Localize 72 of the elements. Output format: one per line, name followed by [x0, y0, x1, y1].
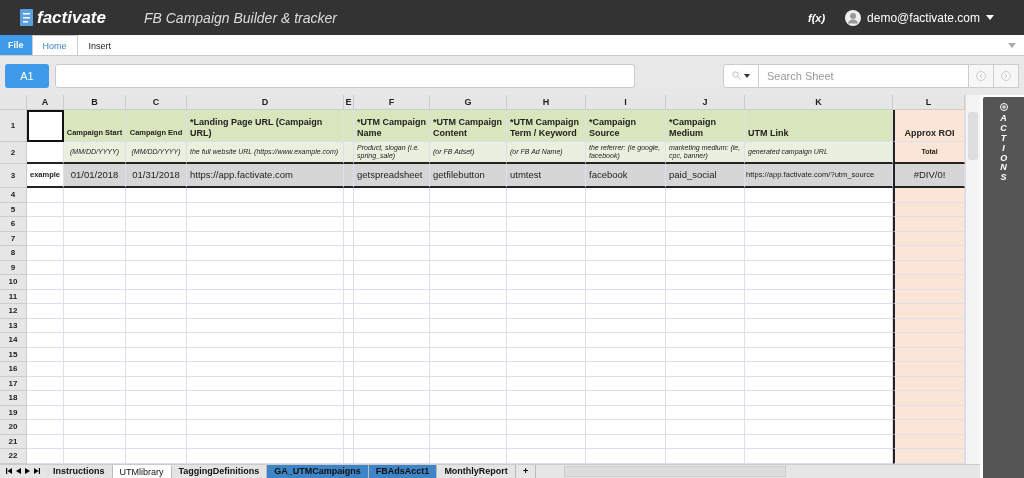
- row-header[interactable]: 12: [0, 304, 27, 319]
- row-header[interactable]: 16: [0, 362, 27, 377]
- row-header[interactable]: 22: [0, 449, 27, 464]
- table-cell[interactable]: paid_social: [666, 164, 745, 188]
- sheet-tab[interactable]: FBAdsAcct1: [368, 464, 438, 478]
- actions-panel[interactable]: ACTIONS: [983, 97, 1024, 478]
- table-cell[interactable]: 01/01/2018: [64, 164, 126, 188]
- left-arrow-circle-icon: [976, 70, 986, 81]
- column-header[interactable]: L: [893, 95, 965, 110]
- document-title: FB Campaign Builder & tracker: [144, 9, 337, 26]
- plus-circle-icon: [999, 103, 1008, 111]
- table-cell[interactable]: *UTM Campaign Name: [354, 110, 430, 142]
- column-header[interactable]: J: [666, 95, 745, 110]
- row-header[interactable]: 20: [0, 420, 27, 435]
- table-cell[interactable]: facebook: [586, 164, 666, 188]
- search-field[interactable]: Search Sheet: [759, 63, 969, 88]
- table-cell[interactable]: UTM Link: [745, 110, 893, 142]
- row-header[interactable]: 18: [0, 391, 27, 406]
- table-cell[interactable]: 01/31/2018: [126, 164, 187, 188]
- next-sheet-icon[interactable]: [25, 468, 30, 475]
- table-cell[interactable]: *Campaign Medium: [666, 110, 745, 142]
- ribbon-tab[interactable]: Home: [31, 35, 78, 55]
- avatar-icon: [845, 9, 862, 26]
- sheet-tab[interactable]: GA_UTMCampaigns: [267, 464, 369, 478]
- search-icon: [732, 71, 741, 80]
- right-arrow-circle-icon: [1001, 70, 1011, 81]
- ribbon-tab[interactable]: Insert: [77, 35, 123, 55]
- column-header[interactable]: G: [430, 95, 507, 110]
- row-header[interactable]: 1: [0, 110, 27, 142]
- column-header[interactable]: H: [507, 95, 586, 110]
- column-header[interactable]: A: [27, 95, 64, 110]
- column-header[interactable]: C: [126, 95, 187, 110]
- row-header[interactable]: 6: [0, 217, 27, 232]
- previous-sheet-icon[interactable]: [16, 468, 21, 475]
- table-cell[interactable]: [27, 110, 64, 142]
- next-result-button[interactable]: [994, 63, 1019, 88]
- logo-icon: [20, 9, 33, 26]
- column-header[interactable]: I: [586, 95, 666, 110]
- table-cell[interactable]: getfilebutton: [430, 164, 507, 188]
- table-cell[interactable]: *UTM Campaign Content: [430, 110, 507, 142]
- column-header[interactable]: B: [64, 95, 126, 110]
- column-header[interactable]: F: [354, 95, 430, 110]
- first-sheet-icon[interactable]: [6, 468, 12, 475]
- horizontal-scrollbar[interactable]: [564, 465, 787, 477]
- row-header[interactable]: 10: [0, 275, 27, 290]
- row-header[interactable]: 3: [0, 164, 27, 188]
- table-cell[interactable]: *Campaign Source: [586, 110, 666, 142]
- select-all-button[interactable]: [0, 95, 27, 110]
- column-header[interactable]: D: [187, 95, 344, 110]
- last-sheet-icon[interactable]: [34, 468, 40, 475]
- table-cell[interactable]: utmtest: [507, 164, 586, 188]
- table-cell[interactable]: getspreadsheet: [354, 164, 430, 188]
- row-header[interactable]: 14: [0, 333, 27, 348]
- table-cell[interactable]: *Landing Page URL (Campaign URL): [187, 110, 344, 142]
- formula-toggle[interactable]: f(x): [808, 11, 826, 24]
- formula-input-field[interactable]: [55, 63, 635, 88]
- caret-icon[interactable]: [986, 15, 994, 20]
- table-cell[interactable]: Approx ROI: [893, 110, 965, 142]
- table-cell[interactable]: https://app.factivate.com: [187, 164, 344, 188]
- column-header[interactable]: K: [745, 95, 893, 110]
- row-header[interactable]: 4: [0, 188, 27, 203]
- previous-result-button[interactable]: [969, 63, 994, 88]
- table-cell[interactable]: *UTM Campaign Term / Keyword: [507, 110, 586, 142]
- row-header[interactable]: 8: [0, 246, 27, 261]
- logo-text: factivate: [37, 7, 106, 28]
- row-header[interactable]: 2: [0, 142, 27, 164]
- search-options-button[interactable]: [723, 63, 759, 88]
- sheet-tab[interactable]: UTMlibrary: [112, 464, 172, 478]
- add-sheet-button[interactable]: +: [515, 464, 537, 478]
- user-menu[interactable]: demo@factivate.com: [867, 10, 980, 25]
- table-cell[interactable]: #DIV/0!: [893, 164, 965, 188]
- caret-icon: [744, 73, 750, 78]
